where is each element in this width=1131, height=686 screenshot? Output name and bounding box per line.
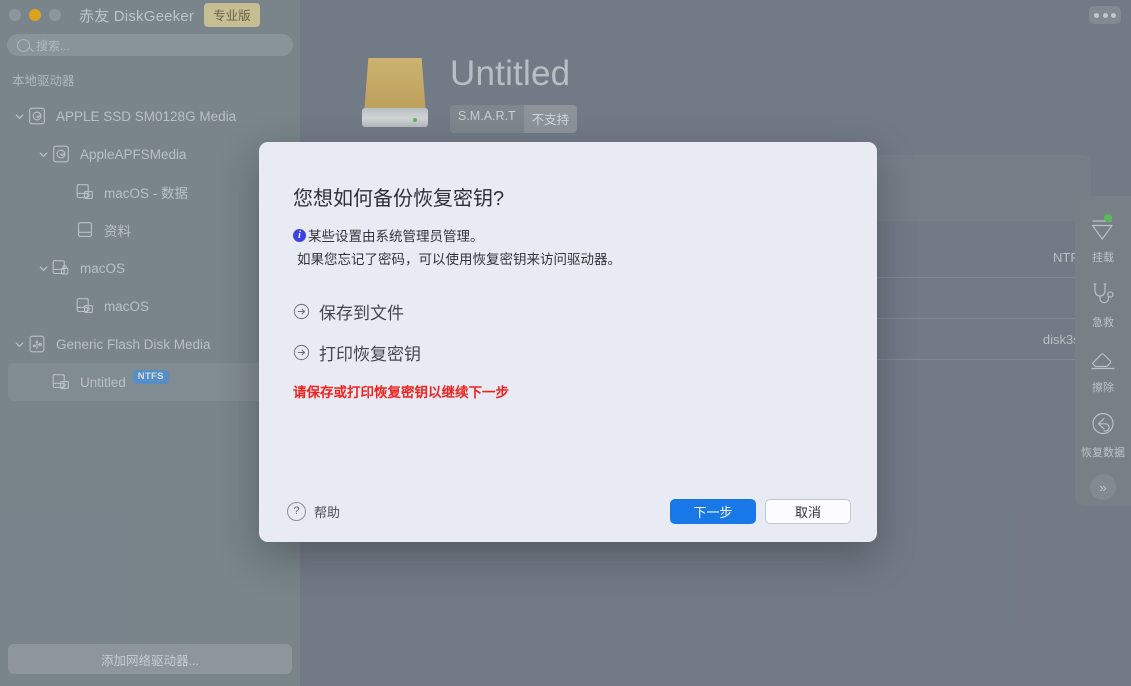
dialog-action-2[interactable]: 打印恢复密钥 — [293, 340, 843, 365]
help-button[interactable]: ? 帮助 — [287, 501, 341, 521]
dialog-buttons: 下一步 取消 — [670, 498, 851, 524]
dialog-note-managed-text: 某些设置由系统管理员管理。 — [308, 229, 484, 244]
next-button[interactable]: 下一步 — [670, 498, 756, 524]
dialog-body: 您想如何备份恢复密钥? i 某些设置由系统管理员管理。 如果您忘记了密码，可以使… — [259, 142, 877, 480]
dialog-title: 您想如何备份恢复密钥? — [293, 188, 505, 210]
dialog-action-label: 打印恢复密钥 — [319, 345, 421, 364]
dialog-footer: ? 帮助 下一步 取消 — [259, 480, 877, 542]
circle-arrow-right-icon — [293, 303, 310, 320]
dialog-note-forgot: 如果您忘记了密码，可以使用恢复密钥来访问驱动器。 — [293, 248, 843, 271]
circle-arrow-right-icon — [293, 344, 310, 361]
validation-warning: 请保存或打印恢复密钥以继续下一步 — [293, 385, 509, 400]
dialog-action-list: 保存到文件打印恢复密钥 — [293, 299, 843, 365]
recovery-key-dialog: 您想如何备份恢复密钥? i 某些设置由系统管理员管理。 如果您忘记了密码，可以使… — [259, 142, 877, 542]
dialog-note-forgot-text: 如果您忘记了密码，可以使用恢复密钥来访问驱动器。 — [297, 252, 621, 267]
dialog-action-1[interactable]: 保存到文件 — [293, 299, 843, 324]
info-icon: i — [293, 229, 306, 242]
cancel-button[interactable]: 取消 — [765, 498, 851, 524]
dialog-action-label: 保存到文件 — [319, 304, 404, 323]
dialog-note-managed: i 某些设置由系统管理员管理。 — [293, 225, 843, 248]
help-icon: ? — [287, 501, 306, 521]
help-label: 帮助 — [314, 504, 341, 520]
